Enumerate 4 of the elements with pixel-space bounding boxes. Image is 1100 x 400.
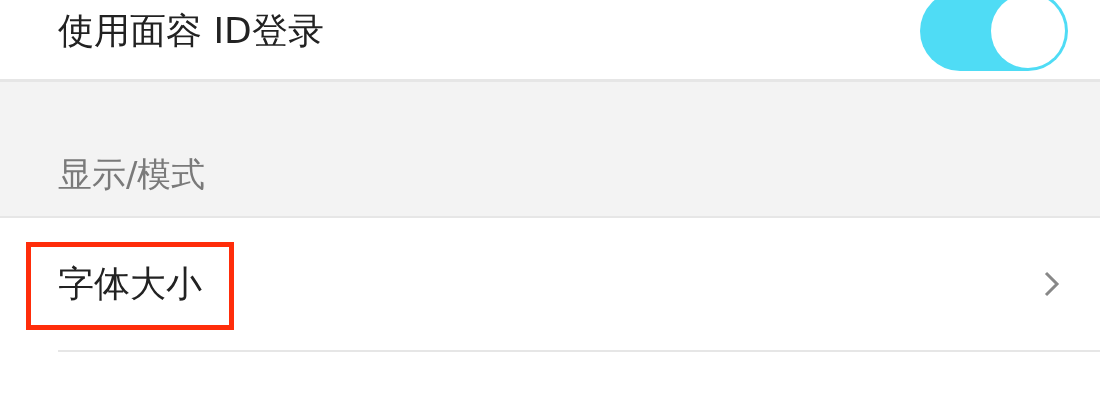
setting-label: 使用面容 ID登录 (58, 8, 324, 53)
section-header: 显示/模式 (58, 153, 206, 196)
chevron-icon (1044, 271, 1060, 297)
menu-item[interactable]: 字体大小 (58, 257, 202, 311)
